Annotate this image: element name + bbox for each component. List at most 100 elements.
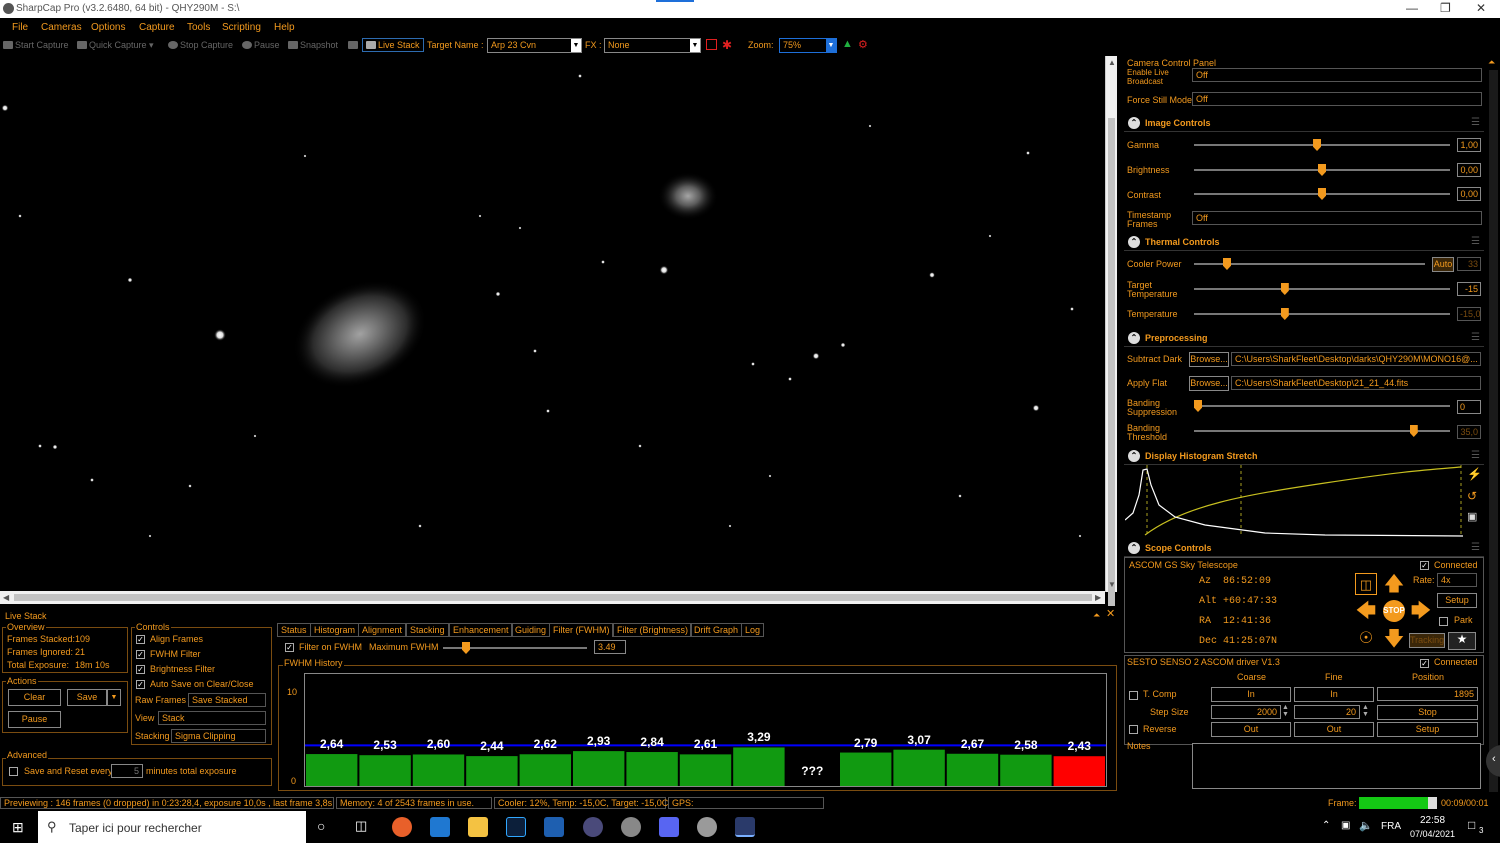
language-indicator[interactable]: FRA [1381,821,1401,832]
position-value[interactable]: 1895 [1377,687,1478,701]
fine-in-button[interactable]: In [1294,687,1374,702]
contrast-value[interactable]: 0,00 [1457,187,1481,201]
settings-gear-icon[interactable]: ⚙ [858,38,868,51]
coarse-step-spinner-icon[interactable]: ▲ ▼ [1282,704,1289,718]
image-viewer[interactable] [0,56,1117,604]
stop-button[interactable]: STOP [1383,600,1405,622]
tab-log[interactable]: Log [741,623,765,637]
home-target-icon[interactable]: ☉ [1355,628,1377,650]
chevron-down-icon[interactable]: ▼ [826,39,836,52]
slider-knob[interactable] [462,642,470,654]
viewer-vertical-scrollbar[interactable]: ▲ ▼ [1105,56,1117,606]
banding-threshold-slider[interactable] [1194,425,1450,437]
scrollbar-thumb[interactable] [14,594,1092,601]
collapse-icon[interactable]: ⌃ [1128,332,1140,344]
taskbar-search[interactable]: ⚲ Taper ici pour rechercher [38,811,306,843]
save-options-chevron-icon[interactable]: ▼ [107,689,121,706]
max-fwhm-value[interactable]: 3.49 [594,640,626,654]
volume-icon[interactable]: 🔈 [1359,819,1373,832]
photos-icon[interactable] [544,817,564,837]
live-stack-button[interactable]: Live Stack [362,38,424,52]
target-temp-value[interactable]: -15 [1457,282,1481,296]
force-still-dropdown[interactable]: Off [1192,92,1482,106]
tab-drift-graph[interactable]: Drift Graph [690,623,743,637]
menu-icon[interactable]: ☰ [1471,450,1480,461]
tab-alignment[interactable]: Alignment [358,623,407,637]
tab-histogram[interactable]: Histogram [310,623,360,637]
scope-connected-checkbox[interactable]: ✓ [1420,561,1429,570]
scroll-up-icon[interactable]: ▲ [1108,58,1116,67]
fine-out-button[interactable]: Out [1294,722,1374,737]
notification-icon[interactable]: □ [1468,818,1475,832]
scrollbar-thumb[interactable] [1108,118,1115,606]
focuser-stop-button[interactable]: Stop [1377,705,1478,720]
discord-icon[interactable] [659,817,679,837]
autosave-checkbox[interactable]: ✓ [136,680,145,689]
banding-suppression-slider[interactable] [1194,400,1450,412]
save-button[interactable]: Save [67,689,107,706]
network-icon[interactable]: ▣ [1341,820,1350,831]
filter-on-fwhm-checkbox[interactable]: ✓ [285,643,294,652]
minimize-icon[interactable]: — [1406,1,1418,15]
tracking-button[interactable]: Tracking [1409,633,1445,648]
menu-options[interactable]: Options [91,22,125,33]
reticle-icon[interactable] [706,39,717,50]
brightness-slider[interactable] [1194,164,1450,176]
app-icon[interactable] [697,817,717,837]
view-dropdown[interactable]: Stack [158,711,266,725]
photoshop-icon[interactable] [506,817,526,837]
menu-icon[interactable]: ☰ [1471,332,1480,343]
tab-enhancement[interactable]: Enhancement [449,623,513,637]
snapshot-button[interactable]: Snapshot [288,40,338,50]
file-explorer-icon[interactable] [468,817,488,837]
close-live-stack-icon[interactable]: ✕ [1106,609,1115,620]
firefox-icon[interactable] [392,817,412,837]
fx-combo[interactable]: None ▼ [604,38,701,53]
preprocessing-header[interactable]: ⌃ Preprocessing ☰ [1124,330,1484,347]
close-icon[interactable]: ✕ [1476,1,1486,15]
notes-field[interactable] [1192,743,1481,789]
menu-icon[interactable]: ☰ [1471,117,1480,128]
histogram-icon[interactable]: ▲ [842,38,853,50]
stop-capture-button[interactable]: Stop Capture [168,40,233,50]
cooler-power-slider[interactable] [1194,258,1425,270]
tab-stacking[interactable]: Stacking [406,623,449,637]
scroll-down-icon[interactable]: ▼ [1108,580,1116,589]
maximize-icon[interactable]: ❐ [1440,1,1451,15]
histogram-header[interactable]: ⌃ Display Histogram Stretch ☰ [1124,448,1484,465]
tab-guiding[interactable]: Guiding [511,623,551,637]
menu-icon[interactable]: ☰ [1471,236,1480,247]
move-north-icon[interactable]: 🡅 [1383,573,1405,595]
clock-time[interactable]: 22:58 [1420,815,1445,826]
pin-icon[interactable]: ⏶ [1093,611,1100,620]
target-temp-slider[interactable] [1194,283,1450,295]
move-east-icon[interactable]: 🡆 [1410,600,1432,622]
move-west-icon[interactable]: 🡄 [1355,600,1377,622]
chevron-down-icon[interactable]: ▼ [571,39,581,52]
menu-file[interactable]: File [12,22,28,33]
browse-flat-button[interactable]: Browse... [1189,376,1229,391]
menu-icon[interactable]: ☰ [1471,542,1480,553]
brightness-value[interactable]: 0,00 [1457,163,1481,177]
pause-stack-button[interactable]: Pause [8,711,61,728]
coarse-in-button[interactable]: In [1211,687,1291,702]
image-controls-header[interactable]: ⌃ Image Controls ☰ [1124,115,1484,132]
auto-stretch-icon[interactable]: ⚡ [1467,468,1482,480]
banding-suppression-value[interactable]: 0 [1457,400,1481,414]
max-fwhm-slider[interactable] [443,642,587,654]
tab-filter-brightness[interactable]: Filter (Brightness) [613,623,693,637]
collapse-icon[interactable]: ⌃ [1128,236,1140,248]
reset-stretch-icon[interactable]: ↺ [1467,490,1477,502]
fwhm-filter-checkbox[interactable]: ✓ [136,650,145,659]
focuser-connected-checkbox[interactable]: ✓ [1420,659,1429,668]
cooler-power-value[interactable]: 33 [1457,257,1481,271]
park-checkbox[interactable] [1439,617,1448,626]
browse-dark-button[interactable]: Browse... [1189,352,1229,367]
collapse-icon[interactable]: ⌃ [1128,117,1140,129]
thermal-controls-header[interactable]: ⌃ Thermal Controls ☰ [1124,234,1484,251]
save-stretch-icon[interactable]: ▣ [1467,512,1477,523]
scroll-left-icon[interactable]: ◀ [3,593,9,602]
target-name-combo[interactable]: Arp 23 Cvn ▼ [487,38,582,53]
gamma-value[interactable]: 1,00 [1457,138,1481,152]
minutes-value[interactable]: 5 [111,764,143,778]
